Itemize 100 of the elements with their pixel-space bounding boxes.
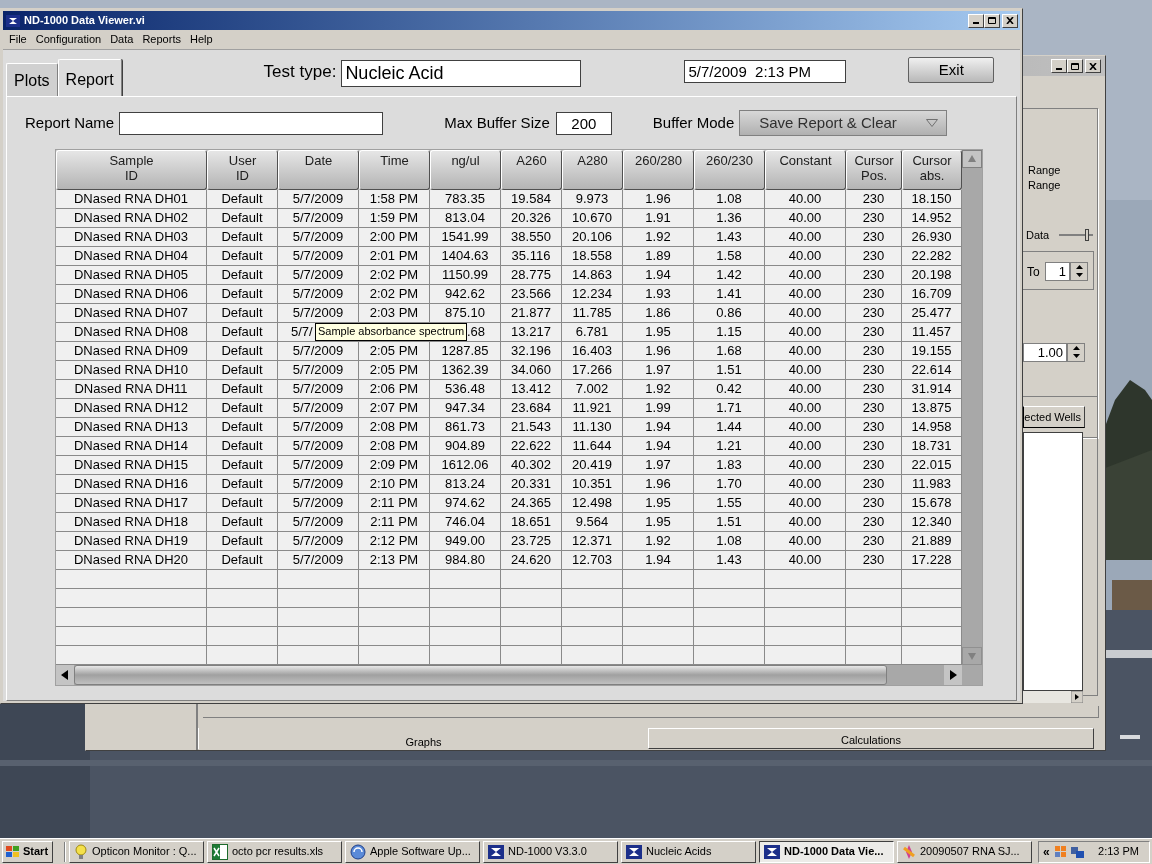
down-arrow-icon (1072, 354, 1080, 358)
table-cell: 40.00 (765, 247, 846, 266)
table-cell: 230 (846, 418, 902, 437)
exit-button[interactable]: Exit (908, 57, 995, 83)
table-cell: DNased RNA DH13 (56, 418, 207, 437)
table-cell: 1.92 (623, 228, 694, 247)
table-cell: Default (207, 266, 278, 285)
up-arrow-icon (1072, 346, 1080, 350)
spin-buttons[interactable] (1070, 262, 1088, 281)
app-icon (626, 844, 642, 859)
slider-track[interactable] (1059, 229, 1093, 241)
menu-item[interactable]: File (9, 31, 27, 48)
table-cell: 230 (846, 190, 902, 209)
taskbar-button[interactable]: octo pcr results.xls (207, 840, 342, 863)
max-buffer-field[interactable]: 200 (555, 111, 612, 135)
column-header[interactable]: Constant (765, 150, 846, 190)
list-tab[interactable]: ected Wells (1023, 406, 1085, 428)
horizontal-scrollbar[interactable] (1023, 691, 1083, 703)
maximize-button[interactable] (1067, 59, 1083, 73)
table-cell: 1612.06 (430, 456, 501, 475)
table-cell: 22.282 (902, 247, 962, 266)
column-header[interactable]: 260/230 (694, 150, 765, 190)
table-cell: 25.477 (902, 304, 962, 323)
buffer-mode-dropdown[interactable]: Save Report & Clear (739, 110, 948, 136)
wells-list[interactable] (1023, 432, 1083, 691)
tab[interactable]: Plots (6, 63, 58, 96)
column-header[interactable]: Time (359, 150, 430, 190)
table-cell: 1.21 (694, 437, 765, 456)
table-cell: 19.155 (902, 342, 962, 361)
table-cell: 230 (846, 380, 902, 399)
taskbar-button[interactable]: ND-1000 V3.3.0 (483, 840, 618, 863)
column-header[interactable]: Date (278, 150, 359, 190)
to-field[interactable]: 1 (1045, 262, 1070, 281)
table-cell: 1.44 (694, 418, 765, 437)
table-cell: 21.889 (902, 532, 962, 551)
menu-item[interactable]: Help (189, 31, 213, 48)
minimize-button[interactable] (968, 13, 984, 28)
minimize-button[interactable] (1051, 59, 1067, 73)
table-cell: 7.002 (562, 380, 623, 399)
table-cell: 11.457 (902, 323, 962, 342)
table-cell: 1.94 (623, 551, 694, 570)
table-cell: 40.00 (765, 304, 846, 323)
table-cell: 1362.39 (430, 361, 501, 380)
table-cell: 40.00 (765, 228, 846, 247)
vertical-scrollbar[interactable] (962, 150, 982, 665)
taskbar-button[interactable]: Nucleic Acids (621, 840, 756, 863)
table-cell: 230 (846, 323, 902, 342)
close-button[interactable] (1085, 59, 1101, 73)
table-cell: 1.92 (623, 380, 694, 399)
close-icon (1006, 17, 1014, 24)
table-cell: 2:00 PM (359, 228, 430, 247)
taskbar-button[interactable]: Apple Software Up... (345, 840, 480, 863)
show-hidden-icons-button[interactable]: « (1043, 842, 1050, 861)
column-header[interactable]: A280 (562, 150, 623, 190)
column-header[interactable]: Cursor Pos. (846, 150, 902, 190)
tab[interactable]: Calculations (648, 728, 1094, 749)
table-cell: Default (207, 209, 278, 228)
column-header[interactable]: 260/280 (623, 150, 694, 190)
table-cell: 2:07 PM (359, 399, 430, 418)
menu-item[interactable]: Data (110, 31, 134, 48)
tab[interactable]: Report (57, 59, 122, 96)
column-header[interactable]: A260 (501, 150, 562, 190)
table-cell: 230 (846, 228, 902, 247)
table-cell: 1287.85 (430, 342, 501, 361)
menu-item[interactable]: Configuration (35, 31, 102, 48)
table-cell: DNased RNA DH06 (56, 285, 207, 304)
table-cell: 11.921 (562, 399, 623, 418)
taskbar-button[interactable]: ND-1000 Data Vie... (759, 840, 894, 863)
close-button[interactable] (1002, 13, 1018, 28)
table-cell: 12.371 (562, 532, 623, 551)
menu-item[interactable]: Reports (142, 31, 181, 48)
table-cell: 17.228 (902, 551, 962, 570)
start-button[interactable]: Start (2, 840, 53, 863)
factor-field[interactable]: 1.00 (1023, 343, 1067, 362)
table-cell: 1.94 (623, 418, 694, 437)
taskbar-button[interactable]: 20090507 RNA SJ... (897, 840, 1032, 863)
table-cell: DNased RNA DH20 (56, 551, 207, 570)
table-cell: 40.00 (765, 418, 846, 437)
table-cell: 40.00 (765, 399, 846, 418)
maximize-button[interactable] (984, 13, 1000, 28)
lightbulb-icon (74, 843, 88, 860)
table-cell: DNased RNA DH14 (56, 437, 207, 456)
column-header[interactable]: User ID (207, 150, 278, 190)
table-cell: 2:08 PM (359, 437, 430, 456)
table-cell: 5/7/2009 (278, 513, 359, 532)
spin-buttons[interactable] (1067, 343, 1085, 362)
table-cell: 1.86 (623, 304, 694, 323)
column-header[interactable]: ng/ul (430, 150, 501, 190)
column-header[interactable]: Cursor abs. (902, 150, 962, 190)
slider-thumb[interactable] (1084, 229, 1089, 241)
column-header[interactable]: Sample ID (56, 150, 207, 190)
taskbar-button[interactable]: Opticon Monitor : Q... (69, 840, 204, 863)
table-cell: 5/7/2009 (278, 209, 359, 228)
table-cell: 1.08 (694, 532, 765, 551)
table-cell: 746.04 (430, 513, 501, 532)
option-label: Range (1028, 163, 1061, 178)
table-cell: 40.00 (765, 456, 846, 475)
table-cell: 2:10 PM (359, 475, 430, 494)
report-name-field[interactable] (119, 111, 384, 135)
table-cell: Default (207, 418, 278, 437)
